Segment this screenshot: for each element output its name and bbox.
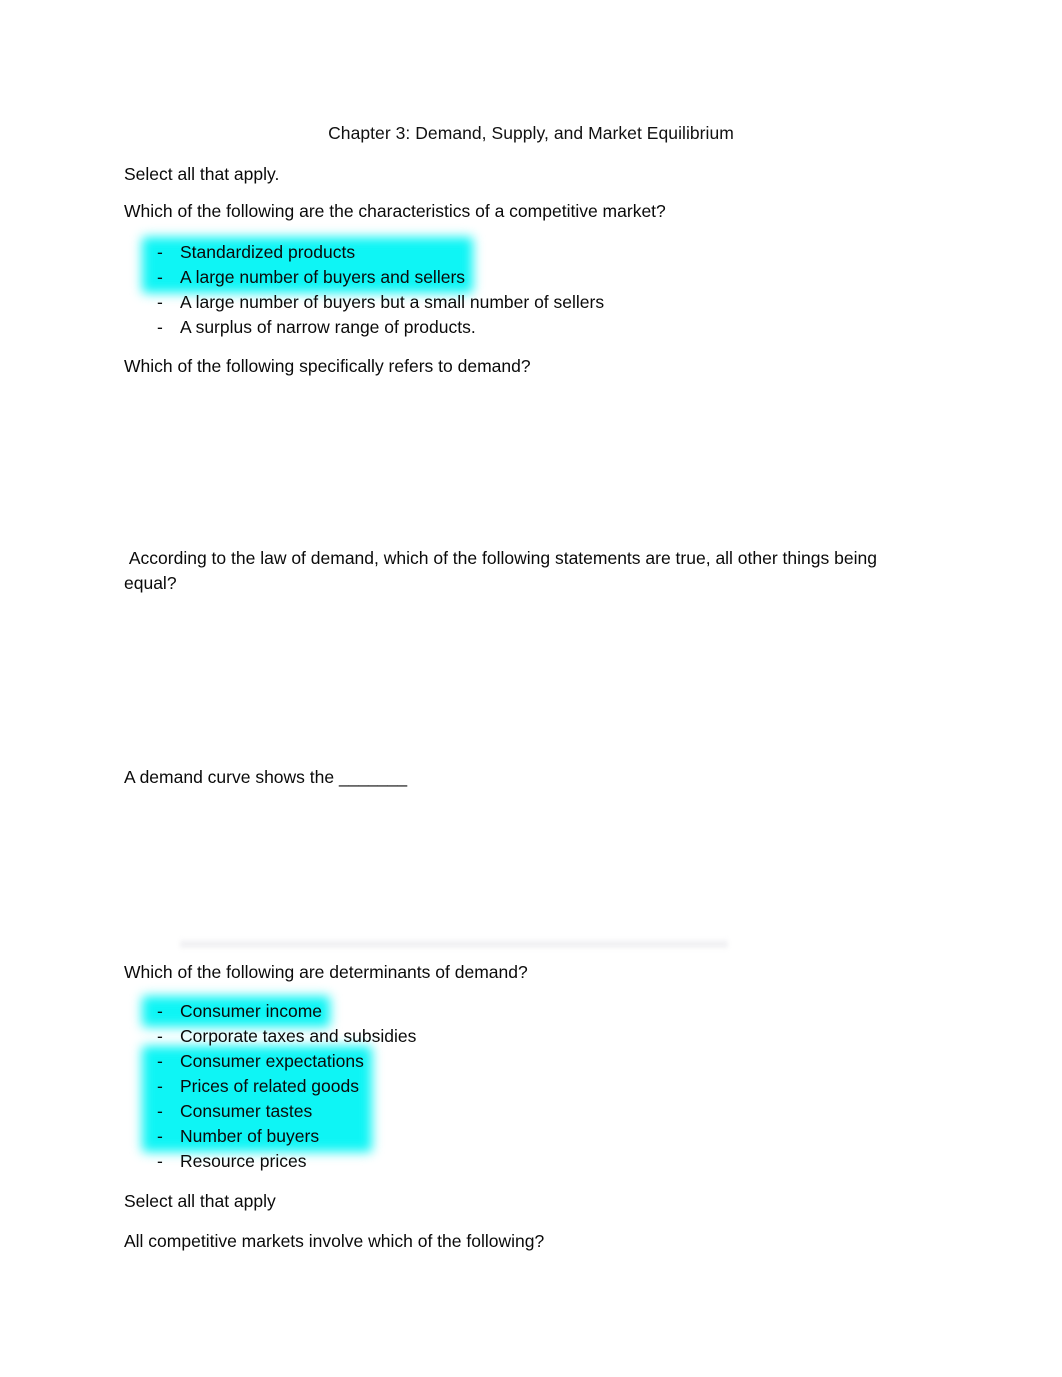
bullet-dash-icon: -	[157, 1051, 163, 1071]
competitive-market-option-label: A large number of buyers but a small num…	[180, 292, 605, 312]
determinant-option-label: Consumer income	[180, 1001, 322, 1021]
faded-image-artifact	[180, 938, 728, 950]
question-refers-to-demand: Which of the following specifically refe…	[124, 356, 531, 376]
list-item: - Number of buyers	[150, 1124, 416, 1149]
page-title: Chapter 3: Demand, Supply, and Market Eq…	[328, 123, 734, 143]
list-item: - Standardized products	[150, 240, 604, 265]
bullet-dash-icon: -	[157, 292, 163, 312]
determinant-option-label: Number of buyers	[180, 1126, 320, 1146]
question-competitive-market: Which of the following are the character…	[124, 201, 666, 221]
answer-blank-area-1	[124, 390, 914, 540]
bullet-dash-icon: -	[157, 242, 163, 262]
question-demand-curve-shows: A demand curve shows the _______	[124, 767, 408, 787]
determinant-option-label: Resource prices	[180, 1151, 307, 1171]
list-item: - Resource prices	[150, 1149, 416, 1174]
question-all-competitive-markets: All competitive markets involve which of…	[124, 1231, 545, 1251]
list-item: -A surplus of narrow range of products.	[150, 315, 604, 340]
list-item: - Consumer income	[150, 999, 416, 1024]
bullet-dash-icon: -	[157, 1001, 163, 1021]
list-item: - Consumer tastes	[150, 1099, 416, 1124]
list-competitive-market-characteristics: - Standardized products - A large number of…	[142, 237, 604, 340]
question-determinants-of-demand: Which of the following are determinants …	[124, 962, 528, 982]
list-item: - Consumer expectations	[150, 1049, 416, 1074]
competitive-market-option-label: Standardized products	[180, 242, 356, 262]
competitive-market-option-label: A large number of buyers and sellers	[180, 267, 466, 287]
list-item: - Corporate taxes and subsidies	[150, 1024, 416, 1049]
question-law-of-demand: According to the law of demand, which of…	[124, 548, 882, 593]
list-item: -A large number of buyers but a small nu…	[150, 290, 604, 315]
instruction-select-all-1: Select all that apply.	[124, 164, 280, 184]
bullet-dash-icon: -	[157, 267, 163, 287]
determinant-option-label: Prices of related goods	[180, 1076, 359, 1096]
bullet-dash-icon: -	[157, 1151, 163, 1171]
determinant-option-label: Consumer expectations	[180, 1051, 364, 1071]
bullet-dash-icon: -	[157, 1026, 163, 1046]
answer-blank-area-2	[124, 610, 914, 760]
list-item: - Prices of related goods	[150, 1074, 416, 1099]
bullet-dash-icon: -	[157, 1126, 163, 1146]
bullet-dash-icon: -	[157, 317, 163, 337]
list-item: -A large number of buyers and sellers	[150, 265, 604, 290]
list-determinants-of-demand: - Consumer income - Corporate taxes and sub…	[142, 996, 416, 1174]
bullet-dash-icon: -	[157, 1076, 163, 1096]
determinant-option-label: Consumer tastes	[180, 1101, 313, 1121]
competitive-market-option-label: A surplus of narrow range of products.	[180, 317, 476, 337]
bullet-dash-icon: -	[157, 1101, 163, 1121]
instruction-select-all-2: Select all that apply	[124, 1191, 276, 1211]
determinant-option-label: Corporate taxes and subsidies	[180, 1026, 417, 1046]
document-page: Chapter 3: Demand, Supply, and Market Eq…	[0, 0, 1062, 1377]
